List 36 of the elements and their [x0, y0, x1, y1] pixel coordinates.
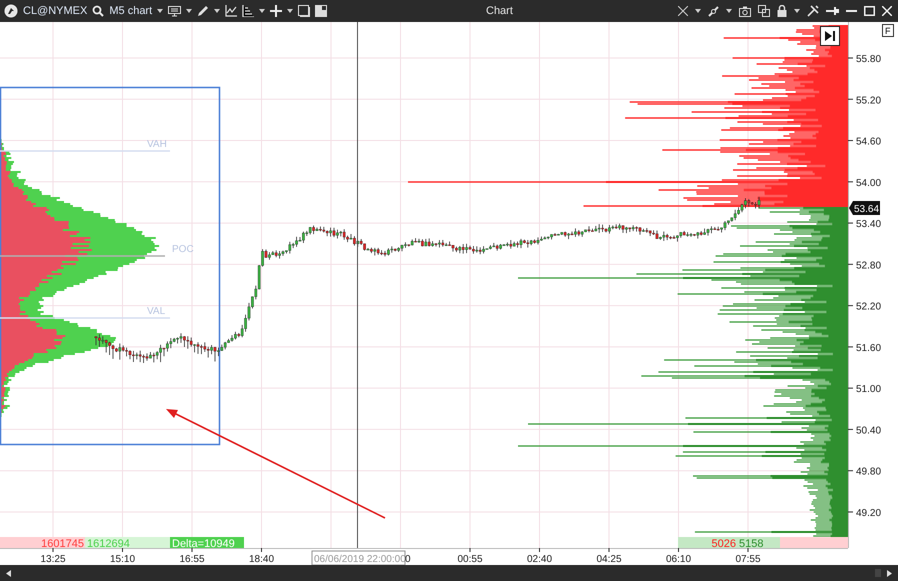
buy-volume-value: 5158 — [739, 538, 764, 550]
price-axis-label: 52.20 — [856, 302, 882, 313]
profile-level-label: VAL — [147, 306, 166, 317]
time-axis-label: 0 — [405, 554, 411, 565]
window-title: Chart — [486, 5, 513, 17]
price-axis-label: 50.40 — [856, 425, 882, 436]
time-axis-label: 04:25 — [596, 554, 622, 565]
time-axis-label: 16:55 — [179, 554, 205, 565]
sell-volume-value: 1601745 — [41, 538, 84, 550]
time-axis-label: 13:25 — [40, 554, 66, 565]
time-axis-label: 02:40 — [526, 554, 552, 565]
cursor-time-label: 06/06/2019 22:00:00 — [312, 550, 406, 565]
profile-level-label: VAH — [147, 139, 167, 150]
price-axis-label: 54.00 — [856, 178, 882, 189]
price-axis-label: 55.20 — [856, 95, 882, 106]
time-axis-label: 15:10 — [110, 554, 136, 565]
time-axis-label: 06:10 — [666, 554, 692, 565]
chart-name-label[interactable]: M5 chart — [109, 5, 152, 17]
buy-volume-value: 1612694 — [87, 538, 130, 550]
time-axis-label: 18:40 — [248, 554, 274, 565]
profile-level-label: POC — [172, 244, 194, 255]
price-axis-label: 49.80 — [856, 466, 882, 478]
price-axis-label: 51.60 — [856, 342, 882, 354]
price-axis-label: 54.60 — [856, 136, 882, 148]
symbol-label[interactable]: CL@NYMEX — [23, 5, 88, 17]
current-price-tag: 53.64 — [849, 201, 880, 215]
price-axis-label: 51.00 — [856, 384, 882, 396]
price-axis-label: 49.20 — [856, 508, 882, 519]
price-axis-label: 55.80 — [856, 54, 882, 65]
time-axis-label: 00:55 — [457, 554, 483, 565]
time-axis-label: 07:55 — [735, 554, 761, 565]
f-button-label: F — [885, 26, 890, 36]
price-axis-label: 52.80 — [856, 260, 882, 272]
sell-volume-value: 5026 — [712, 538, 736, 550]
price-axis-label: 53.40 — [856, 219, 882, 230]
delta-bar: Delta=10949 — [170, 537, 244, 550]
